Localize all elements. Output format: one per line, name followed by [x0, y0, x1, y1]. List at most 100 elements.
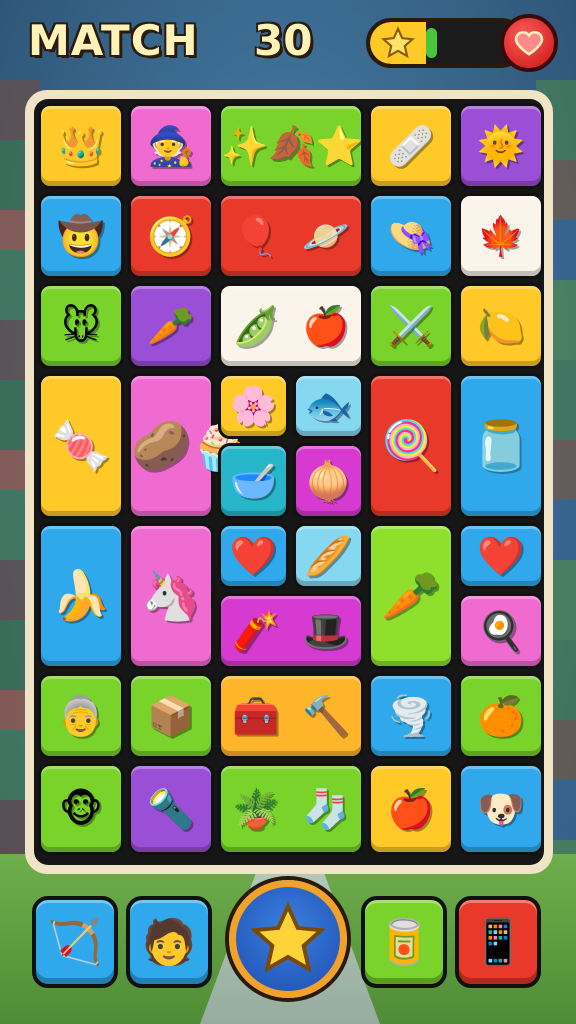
tile-carrot-big[interactable]: 🥕: [368, 523, 454, 669]
star-button[interactable]: [229, 880, 347, 998]
mouse-icon: 🐭: [61, 304, 101, 348]
tile-hat[interactable]: 👒: [368, 193, 454, 279]
onion-icon: 🧅: [304, 459, 353, 503]
tool-phone-button[interactable]: 📱: [455, 896, 541, 988]
game-title: MATCH: [28, 16, 199, 65]
character-icon: 🧑: [141, 917, 197, 968]
balloon-icon: 🎈: [232, 214, 280, 258]
flower-icon: 🌸: [229, 384, 278, 428]
tile-box[interactable]: 📦: [128, 673, 214, 759]
tile-candy-stick[interactable]: 🍬: [38, 373, 124, 519]
tile-flag-hat[interactable]: 🧨 🎩: [218, 593, 364, 669]
tile-balloon-planet[interactable]: 🎈 🪐: [218, 193, 364, 279]
leaves-icon: 🍁: [477, 214, 525, 258]
tile-leaves[interactable]: 🍁: [458, 193, 544, 279]
tile-dog[interactable]: 🐶: [458, 763, 544, 855]
seahorse-icon: 🦄: [141, 568, 201, 624]
shovel-icon: 🧰: [232, 694, 280, 738]
tile-seahorse[interactable]: 🦄: [128, 523, 214, 669]
pot-icon: 🧦: [302, 787, 350, 831]
tornado-icon: 🌪️: [387, 694, 435, 738]
tile-onion[interactable]: 🧅: [293, 443, 364, 519]
carrot-icon: 🥕: [381, 568, 441, 624]
candy-icon: 🍬: [51, 418, 111, 474]
jar-icon: 🫙: [471, 418, 531, 474]
heart-icon: [514, 30, 544, 56]
leaf-icon: 🍂: [268, 124, 316, 168]
star-icon: [370, 22, 426, 64]
tile-crossed-tools[interactable]: ⚔️: [368, 283, 454, 369]
tile-bowl[interactable]: 🥣: [218, 443, 289, 519]
tile-monkey[interactable]: 🐵: [38, 763, 124, 855]
tile-cowboy[interactable]: 🤠: [38, 193, 124, 279]
tile-candy-cane[interactable]: 🍭: [368, 373, 454, 519]
tile-stick[interactable]: 🥖: [293, 523, 364, 589]
heart-icon: ❤️: [477, 534, 525, 578]
tile-potato-cake[interactable]: 🥔🧁: [128, 373, 251, 519]
tool-character-button[interactable]: 🧑: [126, 896, 212, 988]
leaf-icon: ⭐: [315, 124, 363, 168]
compass-icon: 🧭: [147, 214, 195, 258]
tool-arrows-button[interactable]: 🏹: [32, 896, 118, 988]
tile-flower[interactable]: 🌸: [218, 373, 289, 439]
tile-mouse[interactable]: 🐭: [38, 283, 124, 369]
tile-jar[interactable]: 🫙: [458, 373, 544, 519]
tile-pea-apple[interactable]: 🫛 🍎: [218, 283, 364, 369]
tile-heart-right[interactable]: ❤️: [458, 523, 544, 589]
board-grid: 👑🧙✨🍂⭐🩹🌞🤠🧭🎈🪐👒🍁🐭🥕🫛🍎⚔️🍋🍬🥔🧁🌸🐟🥣🧅🍭🫙🍌🦄❤️🥖🥕❤️🧨🎩🍳…: [34, 99, 544, 865]
character-icon: 🧙: [147, 124, 195, 168]
bowl-icon: 🥣: [229, 459, 278, 503]
leaf-icon: ✨: [221, 124, 269, 168]
score-counter: 30: [254, 16, 313, 65]
game-board: 👑🧙✨🍂⭐🩹🌞🤠🧭🎈🪐👒🍁🐭🥕🫛🍎⚔️🍋🍬🥔🧁🌸🐟🥣🧅🍭🫙🍌🦄❤️🥖🥕❤️🧨🎩🍳…: [25, 90, 553, 874]
box-icon: 📦: [147, 694, 195, 738]
tile-sun[interactable]: 🌞: [458, 103, 544, 189]
tile-crown[interactable]: 👑: [38, 103, 124, 189]
crown-icon: 👑: [57, 124, 105, 168]
banana-icon: 🍌: [51, 568, 111, 624]
tile-compass[interactable]: 🧭: [128, 193, 214, 279]
tile-torch[interactable]: 🔦: [128, 763, 214, 855]
tools-icon: ⚔️: [387, 304, 435, 348]
tile-grandma[interactable]: 👵: [38, 673, 124, 759]
heart-icon: ❤️: [229, 534, 278, 578]
tile-banana[interactable]: 🍌: [38, 523, 124, 669]
apple-icon: 🍎: [302, 304, 350, 348]
tile-tornado[interactable]: 🌪️: [368, 673, 454, 759]
torch-icon: 🔦: [147, 787, 195, 831]
apple-icon: 🍎: [387, 787, 435, 831]
tile-character-hat[interactable]: 🧙: [128, 103, 214, 189]
tile-leaf-stars[interactable]: ✨ 🍂 ⭐: [218, 103, 364, 189]
tile-fish[interactable]: 🐟: [293, 373, 364, 439]
lemon-icon: 🍋: [477, 304, 525, 348]
tile-heart-small[interactable]: ❤️: [218, 523, 289, 589]
tile-box-shovel[interactable]: 🧰 🔨: [218, 673, 364, 759]
star-icon: [250, 901, 326, 973]
tile-carrot-shovel[interactable]: 🥕: [128, 283, 214, 369]
tile-lemon[interactable]: 🍋: [458, 283, 544, 369]
cowboy-icon: 🤠: [57, 214, 105, 258]
flag-icon: 🎩: [302, 609, 350, 653]
monkey-icon: 🐵: [59, 787, 103, 831]
candy-cane-icon: 🍭: [381, 418, 441, 474]
bandage-icon: 🩹: [387, 124, 435, 168]
heart-button[interactable]: [500, 14, 558, 72]
tile-apple[interactable]: 🍎: [368, 763, 454, 855]
tile-orange[interactable]: 🍊: [458, 673, 544, 759]
shovel-icon: 🔨: [302, 694, 350, 738]
pot-icon: 🪴: [232, 787, 280, 831]
carrot-icon: 🥕: [147, 304, 195, 348]
progress-bar-fill: [426, 28, 437, 58]
stick-icon: 🥖: [304, 534, 353, 578]
dog-icon: 🐶: [477, 787, 525, 831]
cans-icon: 🥫: [376, 917, 432, 968]
balloon-icon: 🪐: [302, 214, 350, 258]
tile-egg[interactable]: 🍳: [458, 593, 544, 669]
cake-icon: 🥔: [131, 418, 191, 474]
grandma-icon: 👵: [57, 694, 105, 738]
tool-cans-button[interactable]: 🥫: [361, 896, 447, 988]
fish-icon: 🐟: [304, 384, 353, 428]
tile-pot-sock[interactable]: 🪴 🧦: [218, 763, 364, 855]
flag-icon: 🧨: [232, 609, 280, 653]
tile-bandage[interactable]: 🩹: [368, 103, 454, 189]
